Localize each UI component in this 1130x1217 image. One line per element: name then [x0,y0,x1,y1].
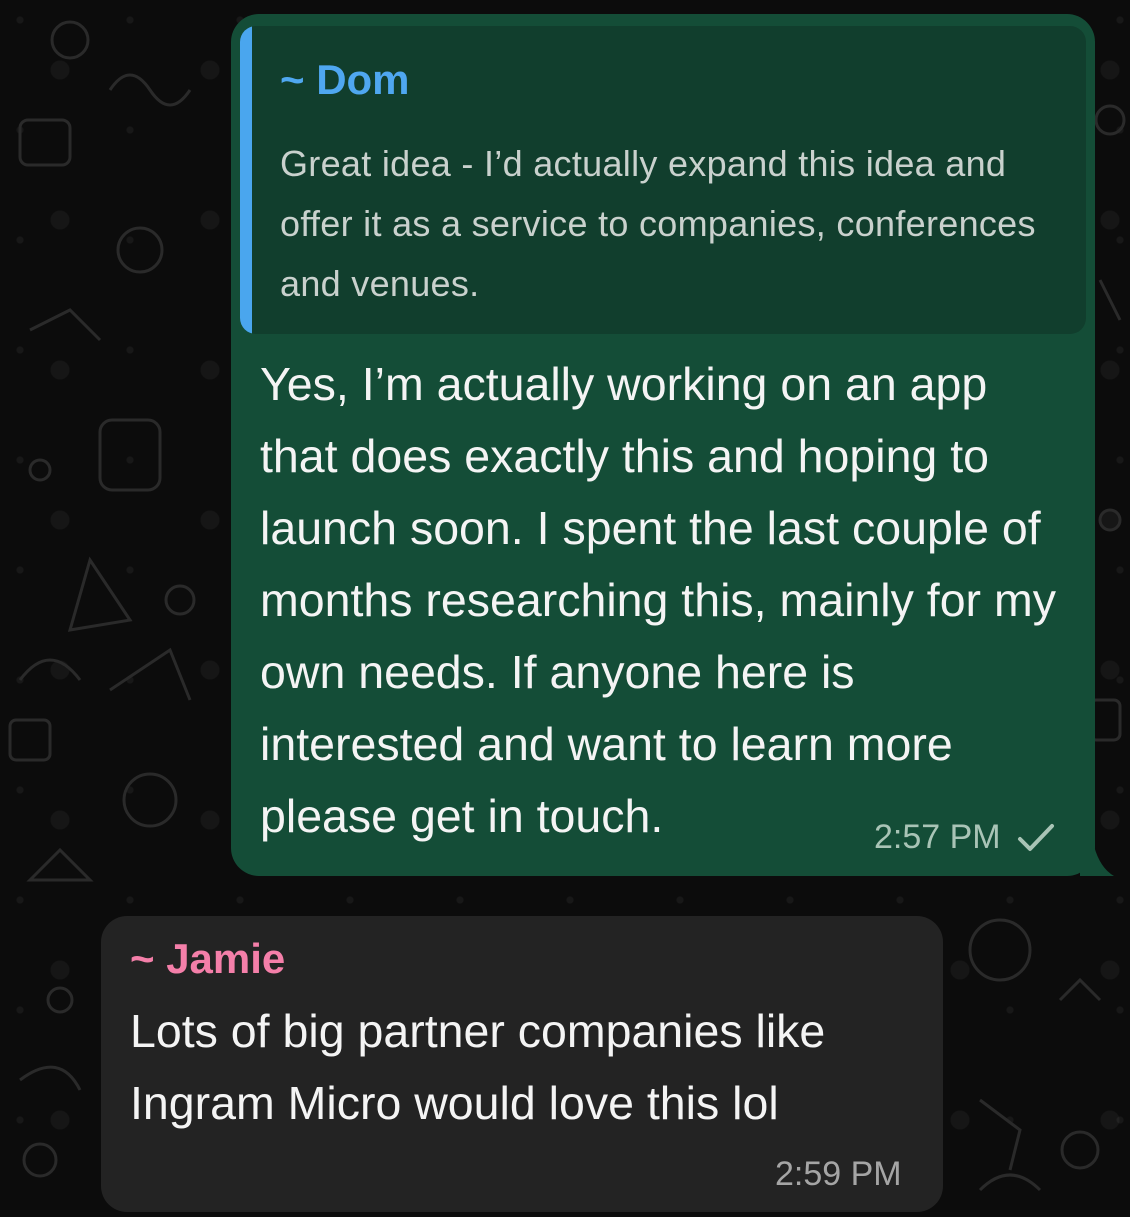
sender-name[interactable]: ~ Jamie [130,935,285,983]
bubble-tail [1080,846,1114,876]
message-timestamp: 2:57 PM [874,818,1001,856]
single-check-icon [1018,824,1054,851]
message-timestamp: 2:59 PM [775,1155,902,1193]
quote-accent-bar [240,26,252,334]
outgoing-message-text: Yes, I’m actually working on an app that… [260,358,1056,842]
incoming-message-text: Lots of big partner companies like Ingra… [130,1005,826,1129]
quoted-message-text: Great idea - I’d actually expand this id… [280,143,1036,304]
quoted-author-name: ~ Dom [280,56,410,103]
quoted-reply[interactable]: ~ Dom Great idea - I’d actually expand t… [240,26,1086,334]
